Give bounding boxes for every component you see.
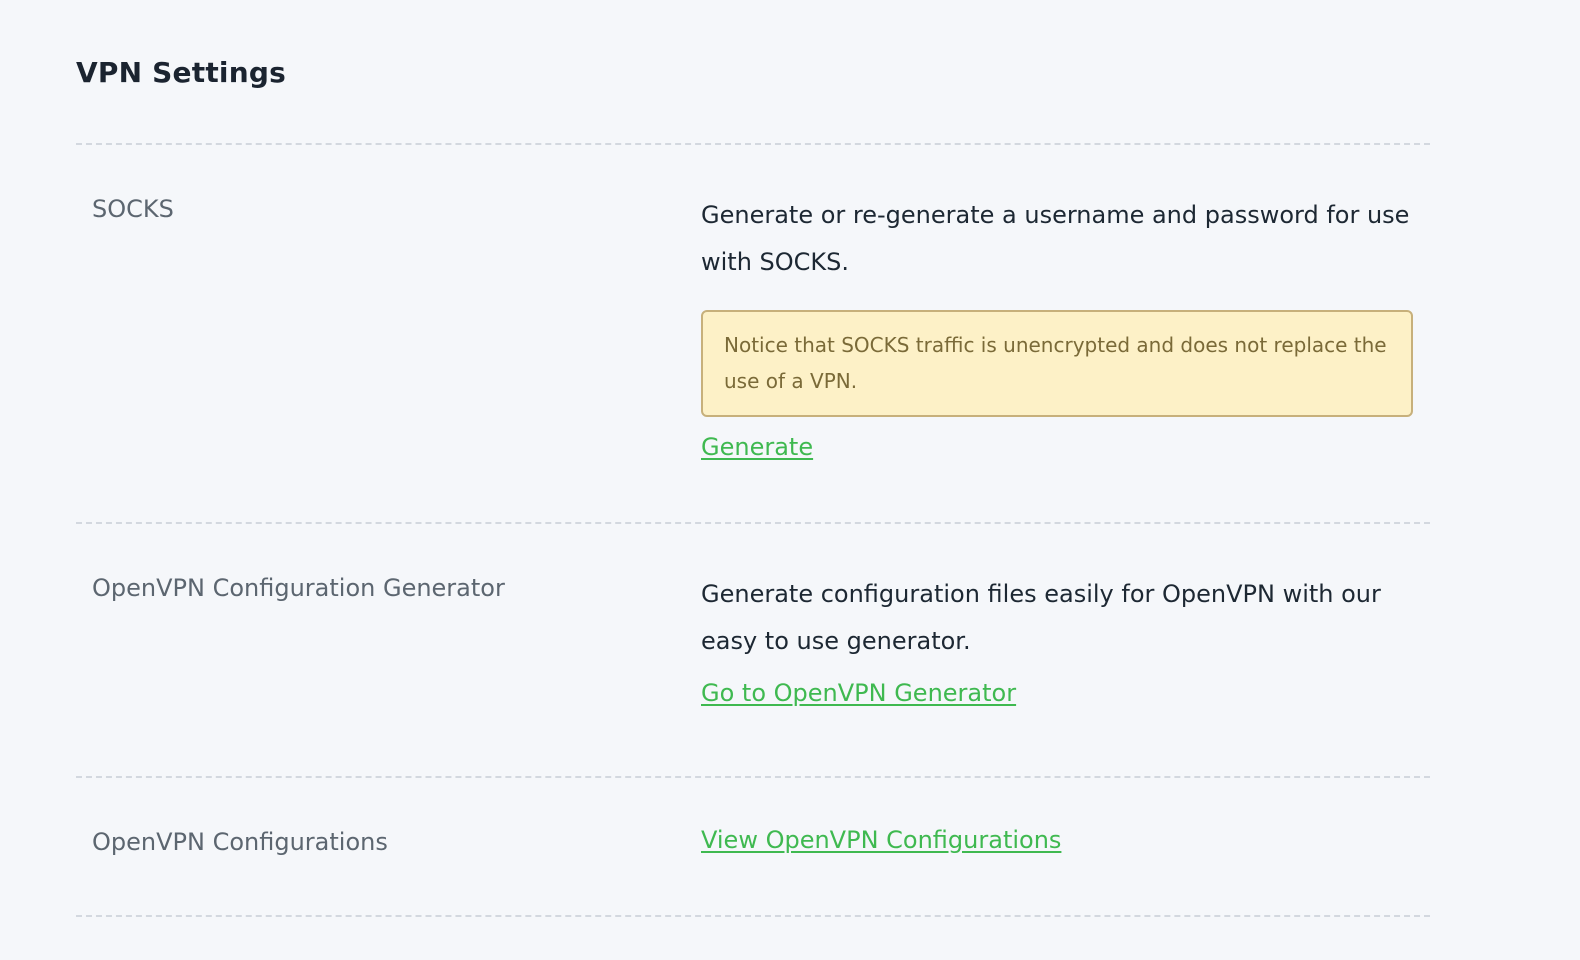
- section-divider: [76, 915, 1430, 917]
- socks-description: Generate or re-generate a username and p…: [701, 201, 1410, 276]
- socks-notice-alert: Notice that SOCKS traffic is unencrypted…: [701, 310, 1413, 417]
- section-divider: [76, 522, 1430, 524]
- openvpn-configurations-setting-body: View OpenVPN Configurations: [701, 826, 1413, 854]
- openvpn-generator-description: Generate configuration files easily for …: [701, 580, 1381, 655]
- socks-setting-body: Generate or re-generate a username and p…: [701, 192, 1413, 461]
- generate-link[interactable]: Generate: [701, 433, 813, 461]
- openvpn-generator-action: Go to OpenVPN Generator: [701, 679, 1413, 707]
- socks-action: Generate: [701, 433, 1413, 461]
- view-openvpn-configurations-link[interactable]: View OpenVPN Configurations: [701, 826, 1061, 854]
- go-to-openvpn-generator-link[interactable]: Go to OpenVPN Generator: [701, 679, 1016, 707]
- openvpn-generator-label: OpenVPN Configuration Generator: [92, 574, 505, 602]
- socks-label: SOCKS: [92, 195, 174, 223]
- openvpn-generator-setting-body: Generate configuration files easily for …: [701, 571, 1413, 707]
- section-divider: [76, 776, 1430, 778]
- openvpn-configurations-label: OpenVPN Configurations: [92, 828, 388, 856]
- section-divider: [76, 143, 1430, 145]
- page-title: VPN Settings: [76, 56, 286, 89]
